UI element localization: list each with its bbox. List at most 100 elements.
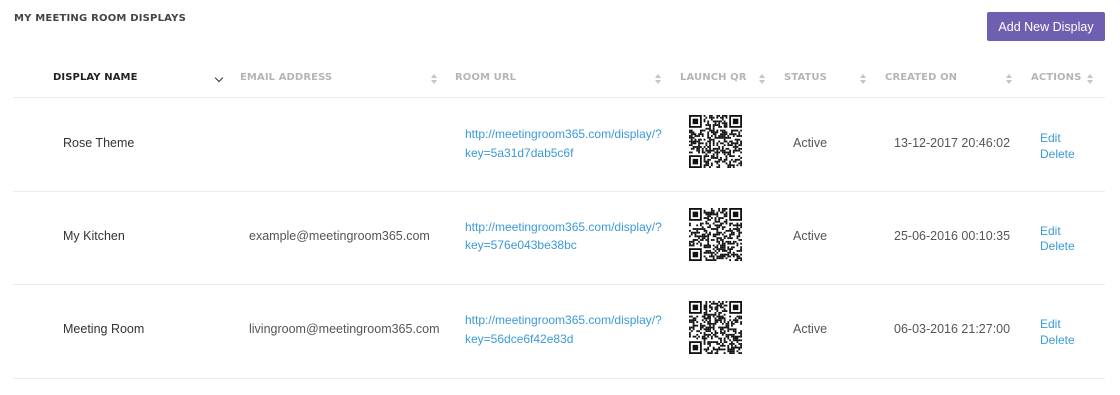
qr-module bbox=[738, 332, 741, 334]
column-header-created-on[interactable]: CREATED ON bbox=[885, 72, 957, 86]
qr-module bbox=[721, 149, 724, 152]
qr-module bbox=[696, 231, 699, 234]
column-header-email-address[interactable]: EMAIL ADDRESS bbox=[240, 72, 332, 86]
qr-module bbox=[696, 330, 699, 333]
qr-module bbox=[716, 310, 719, 312]
qr-module bbox=[701, 135, 704, 137]
sort-icon[interactable] bbox=[1085, 72, 1095, 86]
qr-module bbox=[712, 127, 715, 130]
created-on-cell: 06-03-2016 21:27:00 bbox=[894, 322, 1011, 336]
qr-module bbox=[705, 348, 708, 351]
qr-module bbox=[720, 317, 722, 320]
room-url-link[interactable]: http://meetingroom365.com/display/? key=… bbox=[465, 125, 665, 162]
edit-link[interactable]: Edit bbox=[1040, 317, 1075, 333]
column-header-display-name[interactable]: DISPLAY NAME bbox=[53, 72, 138, 86]
sort-icon[interactable] bbox=[1004, 72, 1014, 86]
qr-module bbox=[734, 253, 737, 256]
qr-module bbox=[710, 131, 713, 134]
qr-module bbox=[729, 133, 732, 136]
qr-module bbox=[703, 245, 706, 248]
qr-module bbox=[705, 220, 708, 223]
qr-module bbox=[689, 234, 691, 237]
qr-module bbox=[709, 324, 711, 327]
qr-module bbox=[725, 207, 728, 210]
room-url-key: key=5a31d7dab5c6f bbox=[465, 145, 574, 160]
qr-module bbox=[720, 158, 722, 161]
edit-link[interactable]: Edit bbox=[1040, 224, 1075, 240]
qr-module bbox=[732, 135, 735, 137]
qr-module bbox=[714, 216, 717, 219]
qr-module bbox=[698, 142, 700, 145]
qr-module bbox=[731, 333, 733, 336]
edit-link[interactable]: Edit bbox=[1040, 131, 1075, 147]
qr-module bbox=[707, 158, 710, 161]
qr-module bbox=[729, 234, 732, 237]
qr-module bbox=[731, 140, 733, 143]
qr-module bbox=[732, 231, 735, 234]
qr-module bbox=[703, 335, 706, 338]
qr-module bbox=[740, 352, 742, 354]
delete-link[interactable]: Delete bbox=[1040, 239, 1075, 255]
sort-icon[interactable] bbox=[757, 72, 767, 86]
qr-module bbox=[721, 133, 724, 136]
qr-module bbox=[698, 144, 700, 147]
qr-module bbox=[714, 302, 717, 305]
qr-module bbox=[718, 247, 721, 250]
add-new-display-button[interactable]: Add New Display bbox=[987, 12, 1105, 41]
room-url-link[interactable]: http://meetingroom365.com/display/? key=… bbox=[465, 311, 665, 348]
qr-module bbox=[698, 133, 700, 136]
sort-icon[interactable] bbox=[653, 72, 663, 86]
qr-module bbox=[710, 149, 713, 152]
qr-module bbox=[714, 234, 717, 237]
qr-module bbox=[709, 341, 711, 344]
column-header-status[interactable]: STATUS bbox=[784, 72, 827, 86]
qr-module bbox=[731, 131, 733, 134]
qr-module bbox=[698, 335, 700, 338]
qr-module bbox=[694, 335, 697, 338]
qr-module bbox=[709, 146, 711, 148]
delete-link[interactable]: Delete bbox=[1040, 333, 1075, 349]
qr-module bbox=[705, 350, 708, 353]
qr-module bbox=[716, 153, 719, 156]
delete-link[interactable]: Delete bbox=[1040, 147, 1075, 163]
qr-module bbox=[718, 343, 721, 345]
qr-module bbox=[721, 222, 724, 224]
qr-code-icon[interactable] bbox=[689, 115, 742, 168]
qr-module bbox=[712, 247, 715, 250]
qr-module bbox=[712, 131, 715, 134]
qr-module bbox=[738, 317, 741, 320]
qr-module bbox=[709, 125, 711, 128]
qr-module bbox=[718, 140, 721, 143]
qr-module bbox=[720, 211, 722, 213]
qr-code-icon[interactable] bbox=[689, 207, 742, 261]
qr-module bbox=[727, 348, 730, 351]
qr-module bbox=[698, 138, 700, 141]
qr-module bbox=[692, 158, 699, 165]
qr-module bbox=[714, 313, 717, 316]
qr-module bbox=[690, 131, 693, 134]
qr-module bbox=[727, 321, 730, 323]
qr-module bbox=[701, 151, 704, 154]
qr-module bbox=[714, 253, 717, 256]
qr-module bbox=[699, 332, 702, 334]
sort-icon[interactable] bbox=[858, 72, 868, 86]
qr-module bbox=[732, 240, 735, 243]
room-url-link[interactable]: http://meetingroom365.com/display/? key=… bbox=[465, 218, 665, 255]
qr-module bbox=[731, 348, 733, 351]
column-header-actions[interactable]: ACTIONS bbox=[1031, 72, 1081, 86]
qr-module bbox=[736, 249, 739, 252]
qr-code-icon[interactable] bbox=[689, 301, 742, 354]
column-header-room-url[interactable]: ROOM URL bbox=[455, 72, 516, 86]
actions-cell: Edit Delete bbox=[1040, 131, 1075, 162]
status-cell: Active bbox=[793, 322, 828, 336]
qr-module bbox=[714, 319, 717, 322]
sort-desc-icon[interactable] bbox=[214, 73, 224, 84]
qr-module bbox=[696, 149, 699, 152]
email-cell: example@meetingroom365.com bbox=[249, 228, 430, 243]
qr-module bbox=[716, 240, 719, 243]
sort-icon[interactable] bbox=[429, 72, 439, 86]
qr-module bbox=[721, 240, 724, 243]
qr-module bbox=[712, 153, 715, 156]
qr-module bbox=[714, 136, 717, 139]
column-header-launch-qr[interactable]: LAUNCH QR bbox=[680, 72, 747, 86]
